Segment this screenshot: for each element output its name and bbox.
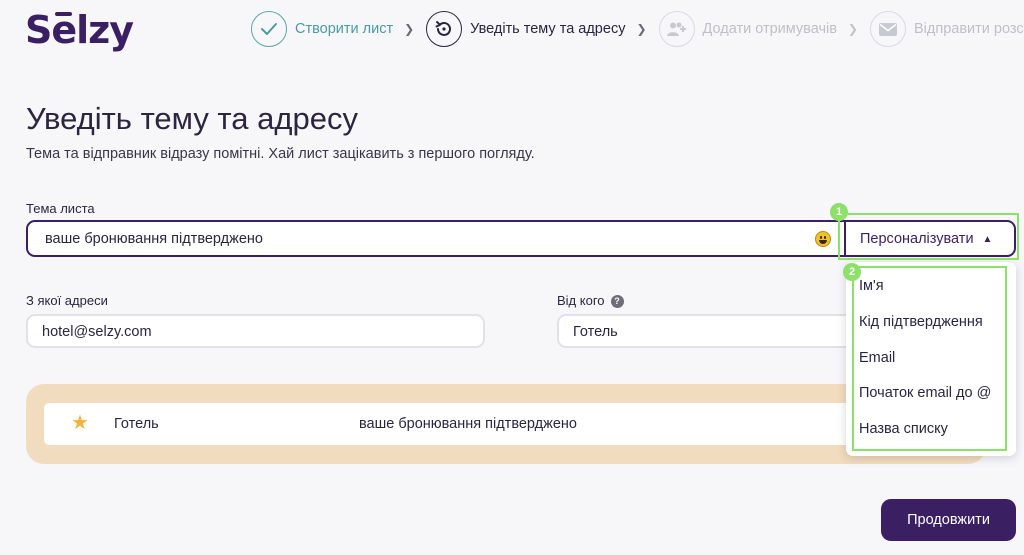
annotation-badge-1: 1 — [830, 203, 848, 221]
step-subject-address[interactable]: Уведіть тему та адресу — [426, 11, 625, 47]
subject-value: ваше бронювання підтверджено — [45, 231, 263, 247]
mail-icon — [869, 11, 906, 47]
selzy-logo[interactable]: Selzy — [25, 8, 134, 52]
preview-sender: Готель — [114, 416, 159, 432]
subject-label: Тема листа — [26, 201, 95, 216]
add-users-icon — [658, 11, 695, 47]
highlight-box-2 — [852, 266, 1007, 451]
chevron-right-icon: ❯ — [636, 22, 647, 36]
step-add-recipients[interactable]: Додати отримувачів — [658, 11, 837, 47]
continue-button[interactable]: Продовжити — [881, 499, 1016, 541]
page-subtitle: Тема та відправник відразу помітні. Хай … — [26, 146, 535, 162]
chevron-right-icon: ❯ — [404, 22, 415, 36]
from-name-label: Від кого? — [557, 293, 624, 308]
preview-row: ★ Готель ваше бронювання підтверджено — [44, 403, 964, 445]
check-icon — [251, 11, 287, 47]
from-name-field[interactable]: Готель — [557, 314, 857, 348]
from-address-field[interactable]: hotel@selzy.com — [26, 314, 485, 348]
step-send-campaign[interactable]: Відправити розсилку — [869, 11, 1024, 47]
stepper: Створити лист ❯ Уведіть тему та адресу ❯… — [251, 11, 1024, 47]
chevron-right-icon: ❯ — [847, 22, 858, 36]
refresh-icon — [426, 11, 463, 47]
help-icon[interactable]: ? — [610, 295, 624, 308]
star-icon: ★ — [71, 412, 89, 434]
highlight-box-1 — [838, 213, 1019, 260]
page-title: Уведіть тему та адресу — [26, 101, 358, 136]
step-create-letter[interactable]: Створити лист — [251, 11, 393, 47]
emoji-icon[interactable] — [815, 231, 831, 247]
preview-subject: ваше бронювання підтверджено — [359, 416, 577, 432]
inbox-preview: ★ Готель ваше бронювання підтверджено — [26, 384, 986, 464]
annotation-badge-2: 2 — [843, 263, 861, 281]
from-address-label: З якої адреси — [26, 293, 108, 308]
